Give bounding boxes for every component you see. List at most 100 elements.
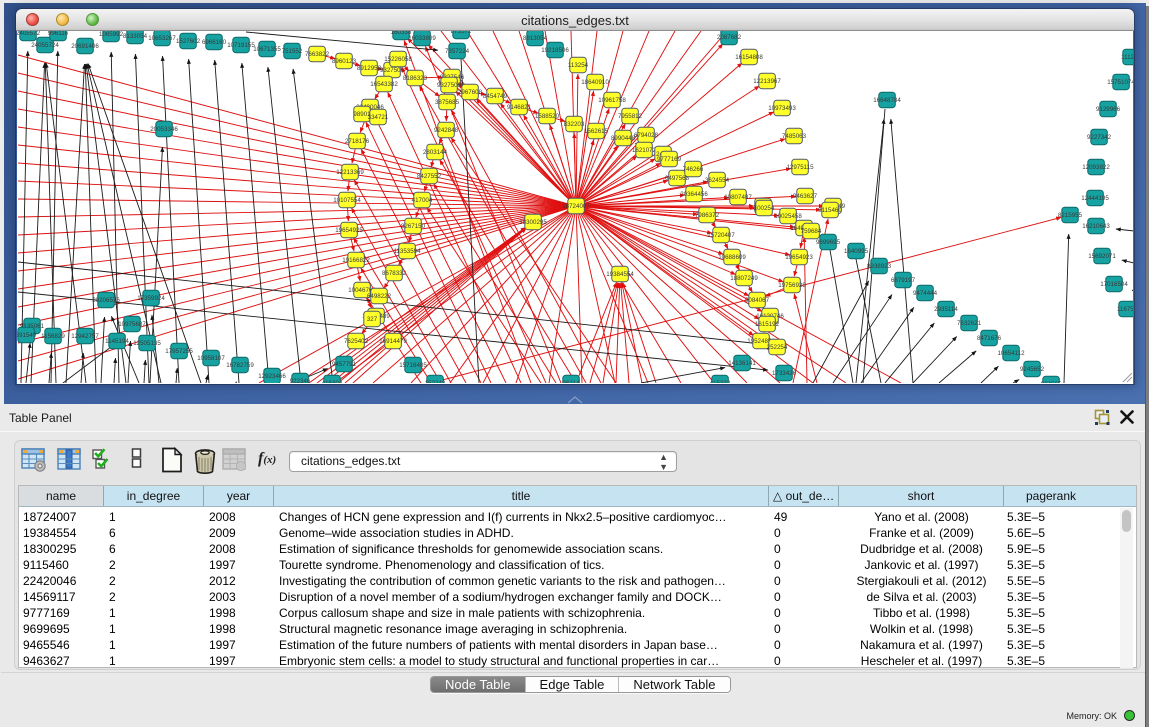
svg-text:3624554: 3624554 <box>705 177 730 184</box>
svg-text:20691406: 20691406 <box>71 43 99 50</box>
svg-text:18300295: 18300295 <box>519 219 547 226</box>
svg-text:10688609: 10688609 <box>718 254 746 261</box>
svg-text:7485063: 7485063 <box>782 133 807 140</box>
svg-text:17359924: 17359924 <box>137 295 165 302</box>
svg-text:751552: 751552 <box>282 48 303 55</box>
svg-text:9327506: 9327506 <box>380 67 405 74</box>
svg-text:2087682: 2087682 <box>717 34 742 41</box>
svg-text:12942757: 12942757 <box>71 333 99 340</box>
svg-text:16033809: 16033809 <box>408 35 436 42</box>
svg-text:9463627: 9463627 <box>793 193 818 200</box>
svg-text:9777169: 9777169 <box>657 156 682 163</box>
svg-text:12923466: 12923466 <box>258 373 286 380</box>
svg-text:7986372: 7986372 <box>695 212 720 219</box>
svg-text:8267150: 8267150 <box>401 223 426 230</box>
svg-text:19654925: 19654925 <box>335 227 363 234</box>
svg-text:6966160: 6966160 <box>202 39 227 46</box>
svg-text:8960123: 8960123 <box>332 58 357 65</box>
svg-text:15716485: 15716485 <box>399 362 427 369</box>
svg-text:8912958: 8912958 <box>357 65 382 72</box>
svg-text:12093822: 12093822 <box>1082 164 1110 171</box>
svg-text:416304: 416304 <box>322 380 343 383</box>
svg-text:15692071: 15692071 <box>1088 253 1116 260</box>
svg-text:6879197: 6879197 <box>891 277 916 284</box>
svg-text:2405572: 2405572 <box>17 31 41 37</box>
svg-text:10973493: 10973493 <box>768 105 796 112</box>
svg-text:8990448: 8990448 <box>611 135 636 142</box>
svg-text:327: 327 <box>367 316 378 323</box>
svg-text:759684: 759684 <box>801 228 822 235</box>
svg-text:832203: 832203 <box>564 121 585 128</box>
svg-text:8186323: 8186323 <box>403 75 428 82</box>
svg-text:9129966: 9129966 <box>1096 106 1121 113</box>
svg-text:9146821: 9146821 <box>507 104 532 111</box>
svg-text:24055724: 24055724 <box>31 42 59 49</box>
svg-text:10719155: 10719155 <box>227 42 255 49</box>
svg-text:16648784: 16648784 <box>873 97 901 104</box>
svg-text:16210643: 16210643 <box>1082 223 1110 230</box>
svg-text:11353594: 11353594 <box>393 248 421 255</box>
svg-text:10807487: 10807487 <box>724 194 752 201</box>
svg-text:16154808: 16154808 <box>735 54 763 61</box>
svg-text:252254: 252254 <box>767 344 788 351</box>
svg-text:9699695: 9699695 <box>816 239 841 246</box>
svg-text:7625402: 7625402 <box>344 338 369 345</box>
svg-text:1527602: 1527602 <box>176 38 201 45</box>
svg-text:8427552: 8427552 <box>417 173 442 180</box>
svg-text:9457791: 9457791 <box>332 361 357 368</box>
svg-text:996116: 996116 <box>48 31 69 37</box>
svg-text:8215955: 8215955 <box>1058 212 1083 219</box>
svg-text:8471676: 8471676 <box>977 335 1002 342</box>
svg-text:922346: 922346 <box>290 378 311 383</box>
svg-text:10107554: 10107554 <box>333 197 361 204</box>
svg-text:2718176: 2718176 <box>345 138 370 145</box>
svg-text:100254: 100254 <box>754 205 775 212</box>
svg-text:9327508: 9327508 <box>437 82 462 89</box>
svg-text:113254: 113254 <box>568 62 589 69</box>
svg-text:16782759: 16782759 <box>226 362 254 369</box>
svg-text:16914479: 16914479 <box>379 338 407 345</box>
svg-text:9084067: 9084067 <box>745 297 770 304</box>
svg-text:15226058: 15226058 <box>384 56 412 63</box>
svg-text:19654923: 19654923 <box>785 254 813 261</box>
svg-text:20053346: 20053346 <box>150 126 178 133</box>
svg-text:10654112: 10654112 <box>997 350 1025 357</box>
svg-text:10958107: 10958107 <box>197 355 225 362</box>
svg-text:8133054: 8133054 <box>123 33 148 40</box>
svg-text:924565: 924565 <box>1041 381 1062 383</box>
svg-text:873572: 873572 <box>451 31 472 35</box>
svg-text:17016504: 17016504 <box>1100 281 1128 288</box>
svg-text:334721: 334721 <box>368 114 389 121</box>
svg-text:391549: 391549 <box>17 332 37 339</box>
svg-text:1588520: 1588520 <box>535 113 560 120</box>
svg-text:18807249: 18807249 <box>730 275 758 282</box>
svg-text:9474444: 9474444 <box>913 290 938 297</box>
svg-text:1640995: 1640995 <box>844 248 869 255</box>
svg-text:9115460: 9115460 <box>818 207 842 214</box>
svg-text:415332: 415332 <box>710 380 731 383</box>
svg-text:3875685: 3875685 <box>435 99 460 106</box>
svg-text:12213369: 12213369 <box>336 169 364 176</box>
svg-text:1156829: 1156829 <box>41 333 65 340</box>
svg-text:15751074: 15751074 <box>1107 79 1133 86</box>
svg-text:19218506: 19218506 <box>541 47 569 54</box>
svg-text:116753: 116753 <box>1117 306 1133 313</box>
svg-text:2803144: 2803144 <box>423 149 448 156</box>
svg-text:1621072: 1621072 <box>632 147 657 154</box>
svg-text:18640910: 18640910 <box>581 79 609 86</box>
svg-text:7357224: 7357224 <box>445 48 470 55</box>
svg-text:10671355: 10671355 <box>253 46 281 53</box>
svg-text:7955812: 7955812 <box>618 113 643 120</box>
svg-text:1065992: 1065992 <box>99 31 124 38</box>
svg-text:10025458: 10025458 <box>774 213 802 220</box>
svg-text:7632621: 7632621 <box>957 320 982 327</box>
svg-text:12444195: 12444195 <box>1081 195 1109 202</box>
svg-text:6794028: 6794028 <box>634 132 659 139</box>
svg-text:19166822: 19166822 <box>342 257 370 264</box>
svg-text:2935114: 2935114 <box>934 306 958 313</box>
svg-text:19384554: 19384554 <box>606 271 634 278</box>
svg-text:1615192: 1615192 <box>755 321 780 328</box>
svg-text:17957255: 17957255 <box>165 348 193 355</box>
svg-text:19756928: 19756928 <box>778 282 806 289</box>
svg-text:12505135: 12505135 <box>133 340 161 347</box>
